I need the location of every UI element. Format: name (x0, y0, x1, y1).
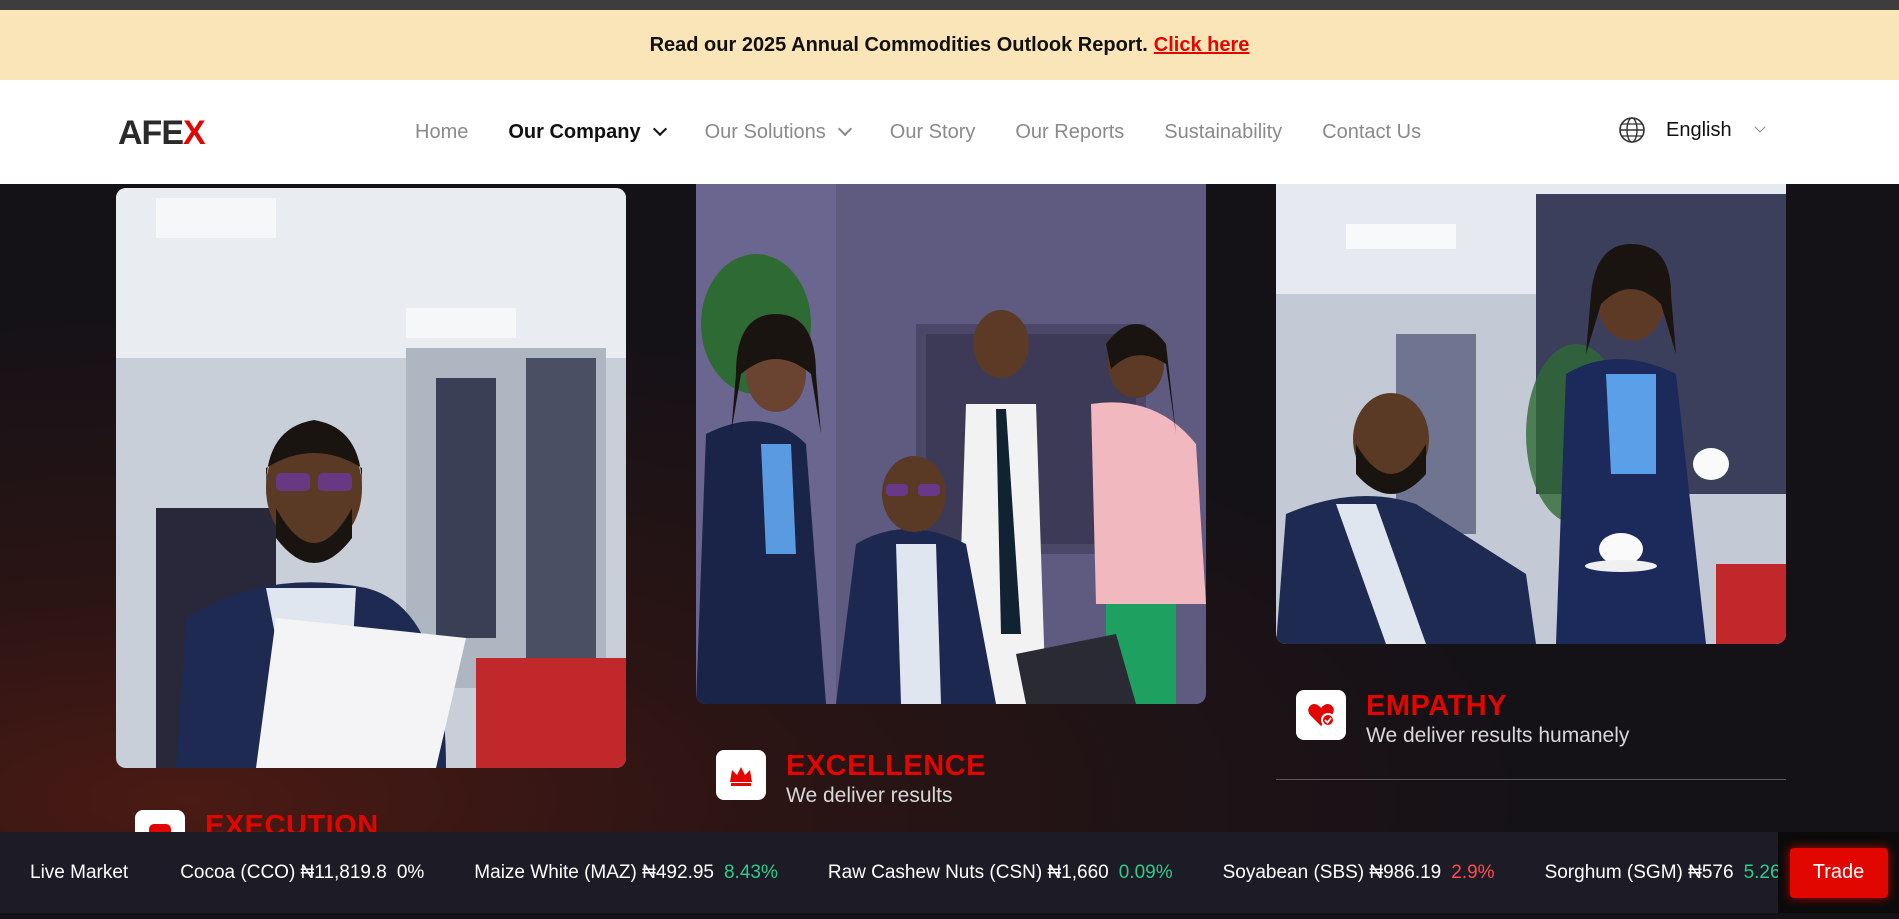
nav-item-our-story[interactable]: Our Story (890, 121, 976, 144)
value-execution: EXECUTION (135, 810, 379, 832)
nav-label: Our Reports (1015, 120, 1125, 143)
value-title: EMPATHY (1366, 690, 1507, 722)
chevron-down-icon (652, 121, 667, 137)
nav-label: Contact Us (1322, 120, 1422, 143)
afex-logo[interactable]: AFEX (118, 114, 206, 153)
ticker-change: 8.43% (723, 861, 778, 883)
language-selector[interactable]: English (1618, 116, 1766, 144)
nav-item-home[interactable]: Home (415, 121, 468, 144)
chevron-down-icon (837, 121, 852, 137)
ticker-name: Maize White (MAZ) ₦492.95 (474, 861, 714, 883)
browser-top-strip (0, 0, 1899, 10)
value-title: EXECUTION (205, 810, 379, 832)
page-bottom-edge (0, 913, 1899, 919)
ticker-item[interactable]: Raw Cashew Nuts (CSN) ₦1,660 0.09% (828, 862, 1173, 884)
ticker-name: Raw Cashew Nuts (CSN) ₦1,660 (827, 861, 1109, 883)
trade-button[interactable]: Trade (1789, 847, 1888, 898)
nav-label: Our Story (889, 120, 976, 143)
value-excellence: EXCELLENCE We deliver results (716, 750, 986, 810)
execution-icon (135, 810, 185, 832)
globe-icon (1619, 117, 1645, 143)
nav-label: Our Solutions (704, 120, 826, 143)
ticker-name: Sorghum (SGM) ₦576 (1544, 861, 1734, 883)
nav-label: Home (415, 120, 469, 143)
logo-text: AFE (118, 114, 184, 152)
nav-label: Our Company (508, 120, 641, 143)
excellence-photo (696, 184, 1206, 704)
ticker-change: 2.9% (1451, 861, 1495, 883)
value-subtitle: We deliver results (786, 784, 953, 807)
ticker-change: 0% (396, 861, 425, 883)
ticker-item[interactable]: Soyabean (SBS) ₦986.19 2.9% (1223, 862, 1495, 884)
ticker-item[interactable]: Maize White (MAZ) ₦492.95 8.43% (474, 862, 778, 884)
chevron-down-icon (1753, 121, 1766, 133)
value-empathy: EMPATHY We deliver results humanely (1296, 690, 1629, 750)
nav-item-our-solutions[interactable]: Our Solutions (704, 120, 852, 144)
main-navigation: AFEX Home Our Company Our Solutions Our … (0, 80, 1899, 184)
announcement-banner: Read our 2025 Annual Commodities Outlook… (0, 10, 1899, 80)
value-subtitle: We deliver results humanely (1366, 724, 1630, 747)
ticker-item[interactable]: Sorghum (SGM) ₦576 5.26 (1545, 862, 1781, 884)
nav-item-our-reports[interactable]: Our Reports (1015, 121, 1124, 144)
nav-label: Sustainability (1164, 120, 1283, 143)
live-market-ticker: Live Market Cocoa (CCO) ₦11,819.8 0% Maiz… (0, 832, 1899, 913)
logo-accent: X (183, 114, 206, 152)
crown-icon (716, 750, 766, 800)
banner-text: Read our 2025 Annual Commodities Outlook… (649, 33, 1148, 56)
ticker-name: Cocoa (CCO) ₦11,819.8 (180, 861, 387, 883)
ticker-change: 5.26 (1743, 861, 1781, 883)
ticker-name: Soyabean (SBS) ₦986.19 (1222, 861, 1442, 883)
nav-menu: Home Our Company Our Solutions Our Story… (415, 80, 1461, 184)
language-label: English (1666, 118, 1732, 141)
live-market-label: Live Market (30, 861, 129, 883)
trade-container: Trade (1778, 832, 1899, 913)
execution-photo (116, 188, 626, 768)
value-title: EXCELLENCE (786, 750, 986, 782)
ticker-item[interactable]: Cocoa (CCO) ₦11,819.8 0% (180, 862, 424, 884)
nav-item-sustainability[interactable]: Sustainability (1164, 121, 1282, 144)
nav-item-our-company[interactable]: Our Company (508, 120, 667, 144)
nav-item-contact-us[interactable]: Contact Us (1322, 121, 1421, 144)
heart-check-icon (1296, 690, 1346, 740)
ticker-change: 0.09% (1118, 861, 1173, 883)
section-divider (1276, 779, 1786, 780)
core-values-section: EXECUTION EXCELLENCE We deliver results … (0, 184, 1899, 832)
empathy-photo (1276, 184, 1786, 644)
banner-link[interactable]: Click here (1154, 34, 1250, 57)
